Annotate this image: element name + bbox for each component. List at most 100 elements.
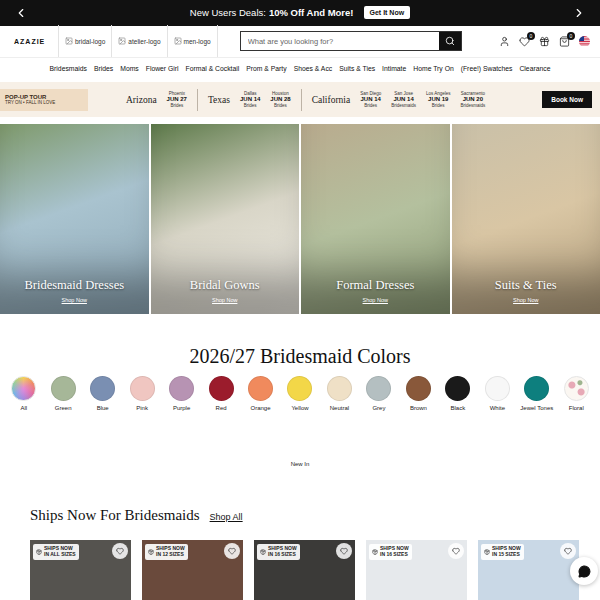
swatch-circle [11, 376, 36, 401]
color-swatch[interactable]: Pink [122, 376, 161, 411]
swatch-circle [90, 376, 115, 401]
search-button[interactable] [439, 32, 461, 50]
wishlist-toggle[interactable] [448, 543, 464, 559]
header-icons: 00 [499, 36, 590, 47]
color-swatch[interactable]: Brown [399, 376, 438, 411]
nav-item[interactable]: Shoes & Acc [294, 65, 333, 72]
swatch-circle [366, 376, 391, 401]
us-flag-icon[interactable] [579, 36, 590, 47]
product-card[interactable]: SHIPS NOWIN 12 SIZES [142, 540, 243, 600]
chevron-left-icon[interactable] [14, 6, 28, 20]
nav-item[interactable]: Prom & Party [246, 65, 286, 72]
heart-icon [340, 547, 348, 555]
account-button[interactable] [499, 36, 510, 47]
color-swatch[interactable]: Grey [359, 376, 398, 411]
wishlist-toggle[interactable] [112, 543, 128, 559]
brand-tab[interactable]: men-logo [167, 25, 218, 57]
get-it-now-button[interactable]: Get It Now [364, 6, 411, 19]
color-swatch[interactable]: Purple [162, 376, 201, 411]
gift-icon [539, 36, 550, 47]
nav-item[interactable]: Flower Girl [146, 65, 179, 72]
main-nav: Bridesmaids Brides Moms Flower Girl Formal &… [0, 58, 600, 80]
wishlist-toggle[interactable] [224, 543, 240, 559]
heart-icon [228, 547, 236, 555]
product-card[interactable]: SHIPS NOWIN 16 SIZES [366, 540, 467, 600]
hero-tile[interactable]: Bridal GownsShop Now [151, 124, 300, 314]
color-swatch[interactable]: Blue [83, 376, 122, 411]
tour-event[interactable]: Los AngelesJUN 19Brides [426, 91, 451, 108]
nav-item[interactable]: (Free!) Swatches [461, 65, 513, 72]
shop-now-link[interactable]: Shop Now [62, 297, 87, 303]
shop-all-link[interactable]: Shop All [210, 512, 243, 522]
cart-button[interactable]: 0 [559, 36, 570, 47]
logo[interactable]: AZAZIE [14, 38, 58, 45]
swatch-circle [406, 376, 431, 401]
color-swatch[interactable]: Red [201, 376, 240, 411]
nav-item[interactable]: Moms [120, 65, 139, 72]
nav-item[interactable]: Clearance [519, 65, 550, 72]
tour-event[interactable]: San DiegoJUN 14Brides [360, 91, 381, 108]
tour-event[interactable]: PhoenixJUN 27Brides [167, 91, 187, 108]
shop-now-link[interactable]: Shop Now [363, 297, 388, 303]
chat-icon [578, 565, 591, 578]
hero-tile[interactable]: Bridesmaid DressesShop Now [0, 124, 149, 314]
ships-now-badge: SHIPS NOWIN 16 SIZES [369, 544, 412, 560]
color-swatch[interactable]: Neutral [320, 376, 359, 411]
shop-now-link[interactable]: Shop Now [513, 297, 538, 303]
color-swatch[interactable]: Orange [241, 376, 280, 411]
broken-image-icon [118, 37, 126, 45]
announcement-bar: New Users Deals:10% Off And More! Get It … [0, 0, 600, 26]
hero-tile[interactable]: Formal DressesShop Now [301, 124, 450, 314]
product-card[interactable]: SHIPS NOWIN 15 SIZES [478, 540, 579, 600]
swatch-circle [169, 376, 194, 401]
search-box [240, 31, 462, 51]
wishlist-toggle[interactable] [336, 543, 352, 559]
package-icon [36, 549, 42, 555]
broken-image-icon [174, 37, 182, 45]
swatch-circle [524, 376, 549, 401]
promo-text: New Users Deals:10% Off And More! [190, 7, 354, 18]
search-input[interactable] [241, 37, 439, 46]
wishlist-toggle[interactable] [560, 543, 576, 559]
tour-event[interactable]: HoustonJUN 28Brides [270, 91, 290, 108]
brand-tab[interactable]: bridal-logo [58, 25, 111, 57]
ships-now-header: Ships Now For BridesmaidsShop All [0, 507, 600, 524]
color-swatch[interactable]: All [4, 376, 43, 411]
color-swatch[interactable]: White [478, 376, 517, 411]
tour-event[interactable]: SacramentoJUN 20Bridesmaids [461, 91, 486, 108]
nav-item[interactable]: Formal & Cocktail [186, 65, 240, 72]
product-card[interactable]: SHIPS NOWIN 16 SIZES [254, 540, 355, 600]
header: AZAZIEbridal-logoatelier-logomen-logo00 [0, 26, 600, 58]
tour-event[interactable]: DallasJUN 14Brides [240, 91, 260, 108]
chevron-right-icon[interactable] [572, 6, 586, 20]
package-icon [372, 549, 378, 555]
product-card[interactable]: SHIPS NOWIN ALL SIZES [30, 540, 131, 600]
nav-item[interactable]: Intimate [382, 65, 406, 72]
product-cards: SHIPS NOWIN ALL SIZESSHIPS NOWIN 12 SIZE… [0, 540, 600, 600]
color-swatch[interactable]: Floral [557, 376, 596, 411]
nav-item[interactable]: Home Try On [413, 65, 453, 72]
gift-button[interactable] [539, 36, 550, 47]
shop-now-link[interactable]: Shop Now [212, 297, 237, 303]
promo: New Users Deals:10% Off And More! Get It … [190, 6, 410, 19]
brand-tab[interactable]: atelier-logo [111, 25, 166, 57]
nav-item[interactable]: Bridesmaids [50, 65, 87, 72]
new-in-label: New In [0, 461, 600, 467]
nav-item[interactable]: Brides [94, 65, 113, 72]
heart-icon [564, 547, 572, 555]
hero-tile[interactable]: Suits & TiesShop Now [452, 124, 600, 314]
book-now-button[interactable]: Book Now [542, 91, 592, 108]
tour-event[interactable]: San JoseJUN 14Bridesmaids [391, 91, 416, 108]
nav-item[interactable]: Suits & Ties [339, 65, 375, 72]
search-icon [445, 36, 455, 46]
color-swatch[interactable]: Jewel Tones [517, 376, 556, 411]
wishlist-button[interactable]: 0 [519, 36, 530, 47]
color-swatch[interactable]: Green [43, 376, 82, 411]
color-swatch[interactable]: Yellow [280, 376, 319, 411]
package-icon [148, 549, 154, 555]
color-swatch[interactable]: Black [438, 376, 477, 411]
chat-button[interactable] [570, 557, 598, 585]
hero-grid: Bridesmaid DressesShop NowBridal GownsSh… [0, 124, 600, 314]
region-button[interactable] [579, 36, 590, 47]
swatch-circle [51, 376, 76, 401]
